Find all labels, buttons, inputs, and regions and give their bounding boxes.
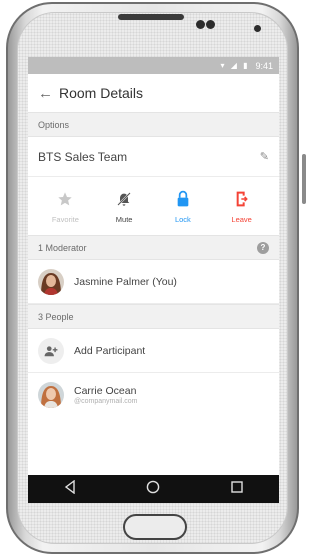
leave-button[interactable]: Leave [217, 189, 267, 224]
moderator-name: Jasmine Palmer [74, 275, 150, 288]
lock-icon [175, 189, 191, 209]
mute-label: Mute [115, 214, 133, 224]
favorite-label: Favorite [51, 214, 79, 224]
phone-sensor [196, 20, 205, 29]
avatar [38, 382, 64, 408]
star-icon [57, 189, 73, 209]
moderator-section-label: 1 Moderator [38, 242, 87, 253]
people-section-header: 3 People [28, 304, 279, 329]
room-name-row[interactable]: BTS Sales Team ✎ [28, 137, 279, 177]
phone-side-button [302, 154, 306, 204]
nav-back-icon[interactable] [63, 479, 77, 499]
lock-button[interactable]: Lock [158, 189, 208, 224]
mute-button[interactable]: Mute [99, 189, 149, 224]
moderator-row[interactable]: Jasmine Palmer (You) [28, 260, 279, 304]
avatar [38, 268, 64, 295]
app-screen: ▾ ◢ ▮ 9:41 ← Room Details Options BTS Sa… [28, 57, 279, 503]
moderator-section-header: 1 Moderator ? [28, 235, 279, 260]
participant-name: Carrie Ocean [74, 385, 137, 397]
room-name: BTS Sales Team [38, 149, 128, 164]
people-section-label: 3 People [38, 311, 74, 322]
phone-home-button[interactable] [123, 514, 187, 540]
mute-bell-icon [116, 189, 132, 209]
status-time: 9:41 [255, 60, 273, 71]
moderator-name-line: Jasmine Palmer (You) [74, 276, 177, 288]
room-actions: Favorite Mute Lock Leave [28, 177, 279, 235]
participant-email: @companymail.com [74, 398, 138, 405]
edit-pencil-icon[interactable]: ✎ [260, 150, 269, 163]
phone-camera [254, 25, 261, 32]
phone-speaker [118, 14, 184, 20]
status-icons: ▾ ◢ ▮ [220, 61, 250, 70]
android-nav-bar [28, 475, 279, 503]
phone-sensor [206, 20, 215, 29]
leave-label: Leave [231, 214, 252, 224]
app-header: ← Room Details [28, 74, 279, 112]
options-section-header: Options [28, 112, 279, 137]
add-person-icon [38, 337, 64, 364]
participant-info: Carrie Ocean @companymail.com [74, 385, 138, 405]
moderator-you-tag: (You) [152, 275, 177, 288]
status-bar: ▾ ◢ ▮ 9:41 [28, 57, 279, 74]
participant-row[interactable]: Carrie Ocean @companymail.com [28, 373, 279, 417]
nav-home-icon[interactable] [146, 480, 160, 499]
favorite-button[interactable]: Favorite [40, 189, 90, 224]
page-title: Room Details [59, 85, 144, 101]
add-participant-label: Add Participant [74, 344, 146, 357]
nav-recents-icon[interactable] [230, 480, 244, 499]
back-arrow-icon[interactable]: ← [38, 85, 53, 102]
add-participant-row[interactable]: Add Participant [28, 329, 279, 373]
options-section-label: Options [38, 119, 70, 130]
help-icon[interactable]: ? [257, 241, 269, 254]
leave-icon [234, 189, 250, 209]
lock-label: Lock [174, 214, 191, 224]
